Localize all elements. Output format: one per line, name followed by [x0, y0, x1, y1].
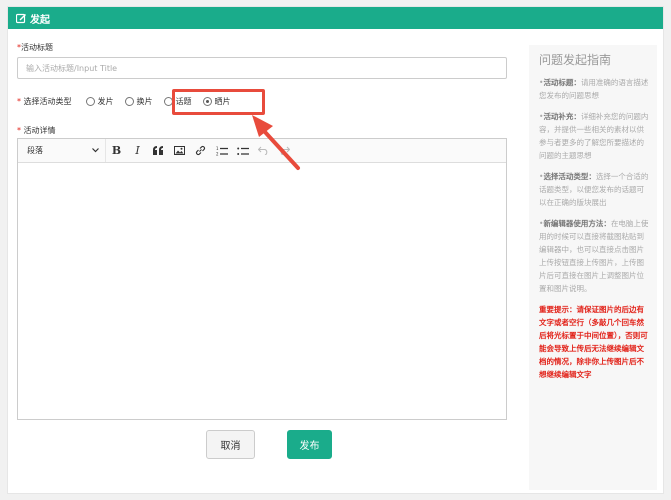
rich-text-editor[interactable]: 段落 B I 12: [17, 138, 507, 420]
bold-icon[interactable]: B: [106, 139, 127, 162]
svg-text:1: 1: [216, 146, 219, 151]
svg-text:2: 2: [216, 151, 219, 156]
guide-item: •新编辑器使用方法：在电脑上使用的时候可以直接将截图粘贴到编辑器中，也可以直接点…: [539, 219, 649, 293]
title-label: *活动标题: [17, 43, 53, 52]
chevron-down-icon: [92, 146, 99, 155]
link-icon[interactable]: [190, 139, 211, 162]
image-icon[interactable]: [169, 139, 190, 162]
ordered-list-icon[interactable]: 12: [211, 139, 232, 162]
edit-icon: [16, 13, 27, 24]
radio-icon[interactable]: [124, 96, 134, 106]
type-radio-huanpian[interactable]: 换片: [124, 96, 153, 107]
guide-title: 问题发起指南: [539, 53, 612, 67]
editor-toolbar: 段落 B I 12: [18, 139, 506, 163]
page-title: 发起: [30, 14, 50, 26]
detail-label: * 活动详情: [17, 126, 56, 135]
cancel-button[interactable]: 取消: [206, 430, 255, 459]
quote-icon[interactable]: [148, 139, 169, 162]
italic-icon[interactable]: I: [127, 139, 148, 162]
title-input[interactable]: [17, 57, 507, 79]
redo-icon[interactable]: [274, 139, 295, 162]
page-header: 发起: [8, 7, 663, 29]
unordered-list-icon[interactable]: [232, 139, 253, 162]
guide-item: •活动补充：详细补充您的问题内容，并提供一些相关的素材以供参与者更多的了解您所要…: [539, 112, 649, 160]
guide-item: •选择活动类型：选择一个合适的话题类型，以便您发布的话题可以在正确的版块展出: [539, 172, 649, 207]
undo-icon[interactable]: [253, 139, 274, 162]
publish-button[interactable]: 发布: [287, 430, 332, 459]
paragraph-select[interactable]: 段落: [18, 139, 106, 162]
annotation-highlight-box: [172, 89, 265, 115]
guide-warning: 重要提示：请保证图片的后边有文字或者空行（多敲几个回车然后将光标置于中间位置），…: [539, 305, 648, 379]
guide-item: •活动标题：请用准确的语言描述您发布的问题思想: [539, 78, 649, 100]
publish-page: 发起 *活动标题 * 选择活动类型 发片 换片 话题 晒片 * 活动详情 段落 …: [7, 6, 664, 494]
radio-icon[interactable]: [85, 96, 95, 106]
publish-form: *活动标题 * 选择活动类型 发片 换片 话题 晒片 * 活动详情 段落 B I: [17, 37, 517, 485]
type-label: * 选择活动类型: [17, 96, 72, 106]
guide-panel: 问题发起指南 •活动标题：请用准确的语言描述您发布的问题思想 •活动补充：详细补…: [529, 45, 657, 490]
type-radio-fapian[interactable]: 发片: [85, 96, 114, 107]
